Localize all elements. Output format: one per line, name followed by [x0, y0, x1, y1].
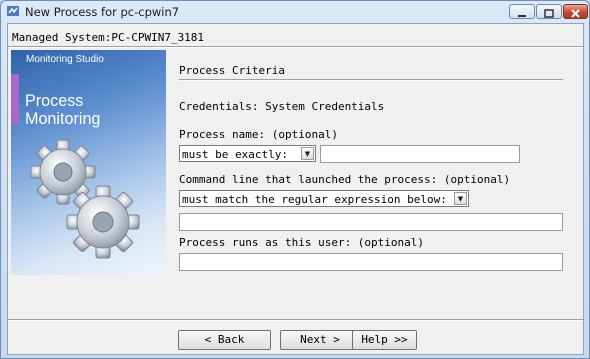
maximize-button[interactable] [536, 4, 562, 19]
command-line-match-value: must match the regular expression below: [182, 193, 447, 206]
close-icon [571, 9, 580, 18]
next-button[interactable]: Next > [280, 330, 360, 350]
command-line-label: Command line that launched the process: … [179, 173, 511, 186]
maximize-icon [544, 9, 554, 18]
runs-as-user-input[interactable] [179, 253, 563, 271]
process-name-match-select[interactable]: must be exactly: ▼ [179, 145, 316, 162]
section-divider [179, 79, 563, 81]
app-icon [7, 6, 19, 16]
wizard-banner: Monitoring Studio Process Monitoring [11, 50, 166, 275]
runs-as-user-label: Process runs as this user: (optional) [179, 236, 425, 249]
chevron-down-icon[interactable]: ▼ [454, 192, 467, 205]
window-title: New Process for pc-cpwin7 [25, 5, 180, 19]
section-title: Process Criteria [179, 64, 285, 77]
dialog-window: New Process for pc-cpwin7 Managed System… [0, 0, 590, 359]
minimize-button[interactable] [509, 4, 535, 19]
process-name-label: Process name: (optional) [179, 128, 338, 141]
footer-divider [8, 319, 583, 321]
process-name-match-value: must be exactly: [182, 148, 288, 161]
credentials-label: Credentials: System Credentials [179, 100, 385, 113]
command-line-input[interactable] [179, 213, 563, 231]
chevron-down-icon[interactable]: ▼ [301, 147, 314, 160]
header-divider [8, 46, 583, 48]
process-name-input[interactable] [320, 145, 520, 163]
command-line-match-select[interactable]: must match the regular expression below:… [179, 190, 469, 207]
minimize-icon [518, 15, 526, 17]
gears-icon [30, 139, 140, 259]
managed-system-label: Managed System:PC-CPWIN7_3181 [12, 31, 205, 44]
dialog-content: Managed System:PC-CPWIN7_3181 Monitoring… [7, 23, 584, 355]
back-button[interactable]: < Back [178, 330, 271, 350]
title-bar[interactable]: New Process for pc-cpwin7 [1, 1, 589, 23]
close-button[interactable] [563, 4, 588, 19]
help-button[interactable]: Help >> [352, 330, 417, 350]
